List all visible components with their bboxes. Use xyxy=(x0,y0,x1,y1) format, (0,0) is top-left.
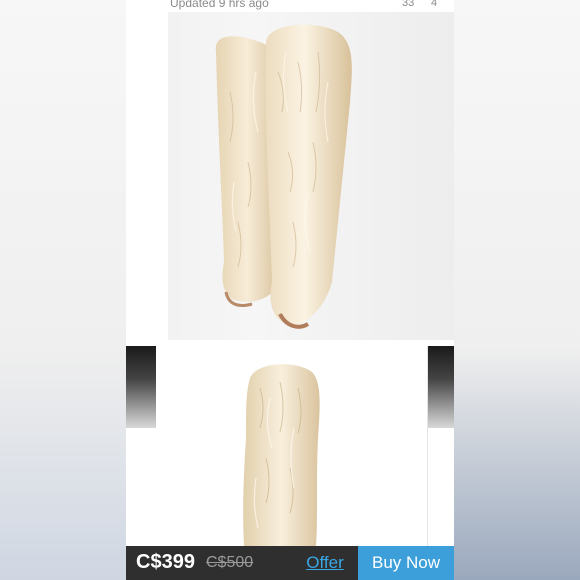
current-price: C$399 xyxy=(136,551,195,573)
fur-boots-pair-image xyxy=(215,24,352,329)
fur-boot-single-image xyxy=(243,364,320,546)
listing-meta-bar: Updated 9 hrs ago 33 4 xyxy=(126,0,454,12)
updated-timestamp: Updated 9 hrs ago xyxy=(170,0,269,10)
buy-now-button[interactable]: Buy Now xyxy=(358,546,454,580)
purchase-bar: C$399 C$500 Offer Buy Now xyxy=(126,546,454,580)
offer-button[interactable]: Offer xyxy=(294,546,356,580)
listing-screen: Updated 9 hrs ago 33 4 C$399 C$500 Offer… xyxy=(126,0,454,580)
likes-count[interactable]: 33 xyxy=(402,0,414,9)
photo-edge-right xyxy=(428,346,454,428)
backdrop-left xyxy=(0,0,126,580)
product-photo-secondary[interactable] xyxy=(126,346,454,546)
product-photo-main[interactable] xyxy=(168,12,454,340)
comments-count[interactable]: 4 xyxy=(431,0,437,9)
original-price: C$500 xyxy=(206,554,254,571)
backdrop-right xyxy=(454,0,580,580)
photo-divider xyxy=(427,346,428,546)
photo-edge-left xyxy=(126,346,156,428)
